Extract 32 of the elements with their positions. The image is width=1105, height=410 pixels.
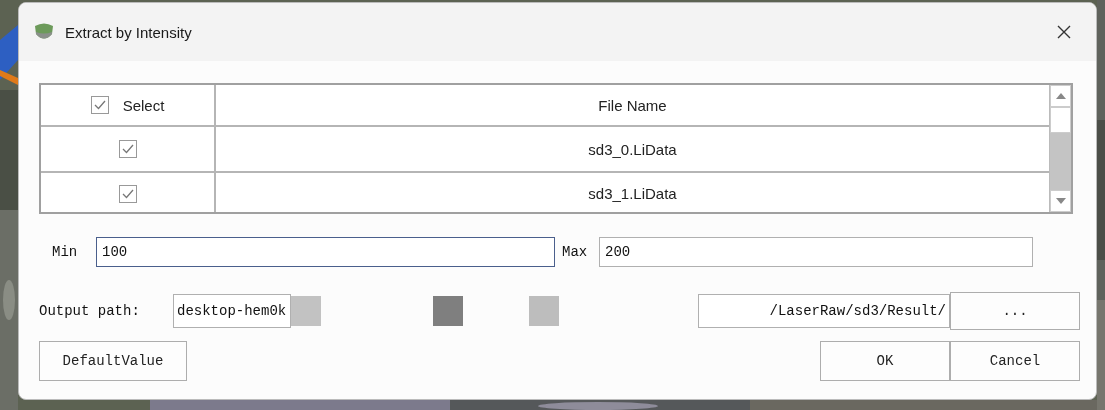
scroll-down-icon [1055, 198, 1066, 204]
redaction-mark [529, 296, 559, 326]
window-title: Extract by Intensity [65, 23, 193, 41]
output-path-label: Output path: [39, 303, 141, 319]
ok-button[interactable]: OK [820, 341, 950, 381]
redaction-mark [433, 296, 463, 326]
cancel-button[interactable]: Cancel [950, 341, 1080, 381]
output-path-field[interactable]: desktop-hem0k [173, 294, 291, 328]
checkmark-icon [93, 100, 106, 110]
max-field[interactable]: 200 [599, 237, 1033, 267]
checkbox[interactable] [118, 140, 137, 158]
checkbox[interactable] [90, 96, 109, 114]
table-cell-text: sd3_0.LiData [587, 139, 678, 160]
min-label: Min [51, 244, 79, 260]
table-cell-text: sd3_1.LiData [587, 184, 678, 204]
scroll-thumb[interactable] [1050, 107, 1071, 133]
checkbox[interactable] [118, 185, 137, 203]
scroll-down-button[interactable] [1050, 190, 1071, 212]
default-value-button[interactable]: DefaultValue [39, 341, 187, 381]
scrollbar[interactable] [1049, 85, 1071, 212]
max-label: Max [561, 244, 589, 260]
checkmark-icon [121, 189, 134, 199]
scroll-up-icon [1055, 93, 1066, 99]
checkmark-icon [121, 144, 134, 154]
min-field[interactable]: 100 [96, 237, 555, 267]
browse-button[interactable]: ... [950, 292, 1080, 330]
scroll-up-button[interactable] [1050, 85, 1071, 107]
column-header: Select [122, 96, 165, 114]
close-icon [1057, 25, 1071, 39]
output-path-field[interactable]: /LaserRaw/sd3/Result/ [698, 294, 950, 328]
redaction-mark [291, 296, 321, 326]
column-header: File Name [597, 95, 668, 116]
